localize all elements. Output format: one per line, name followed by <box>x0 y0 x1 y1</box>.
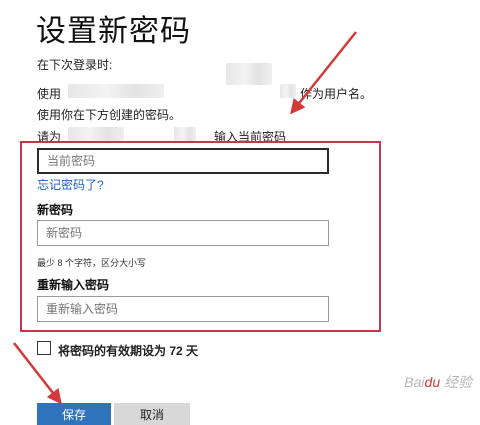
arrow-icon-bottom <box>13 342 62 405</box>
arrow-icon-top <box>290 31 357 115</box>
annotation-arrows <box>13 31 357 405</box>
